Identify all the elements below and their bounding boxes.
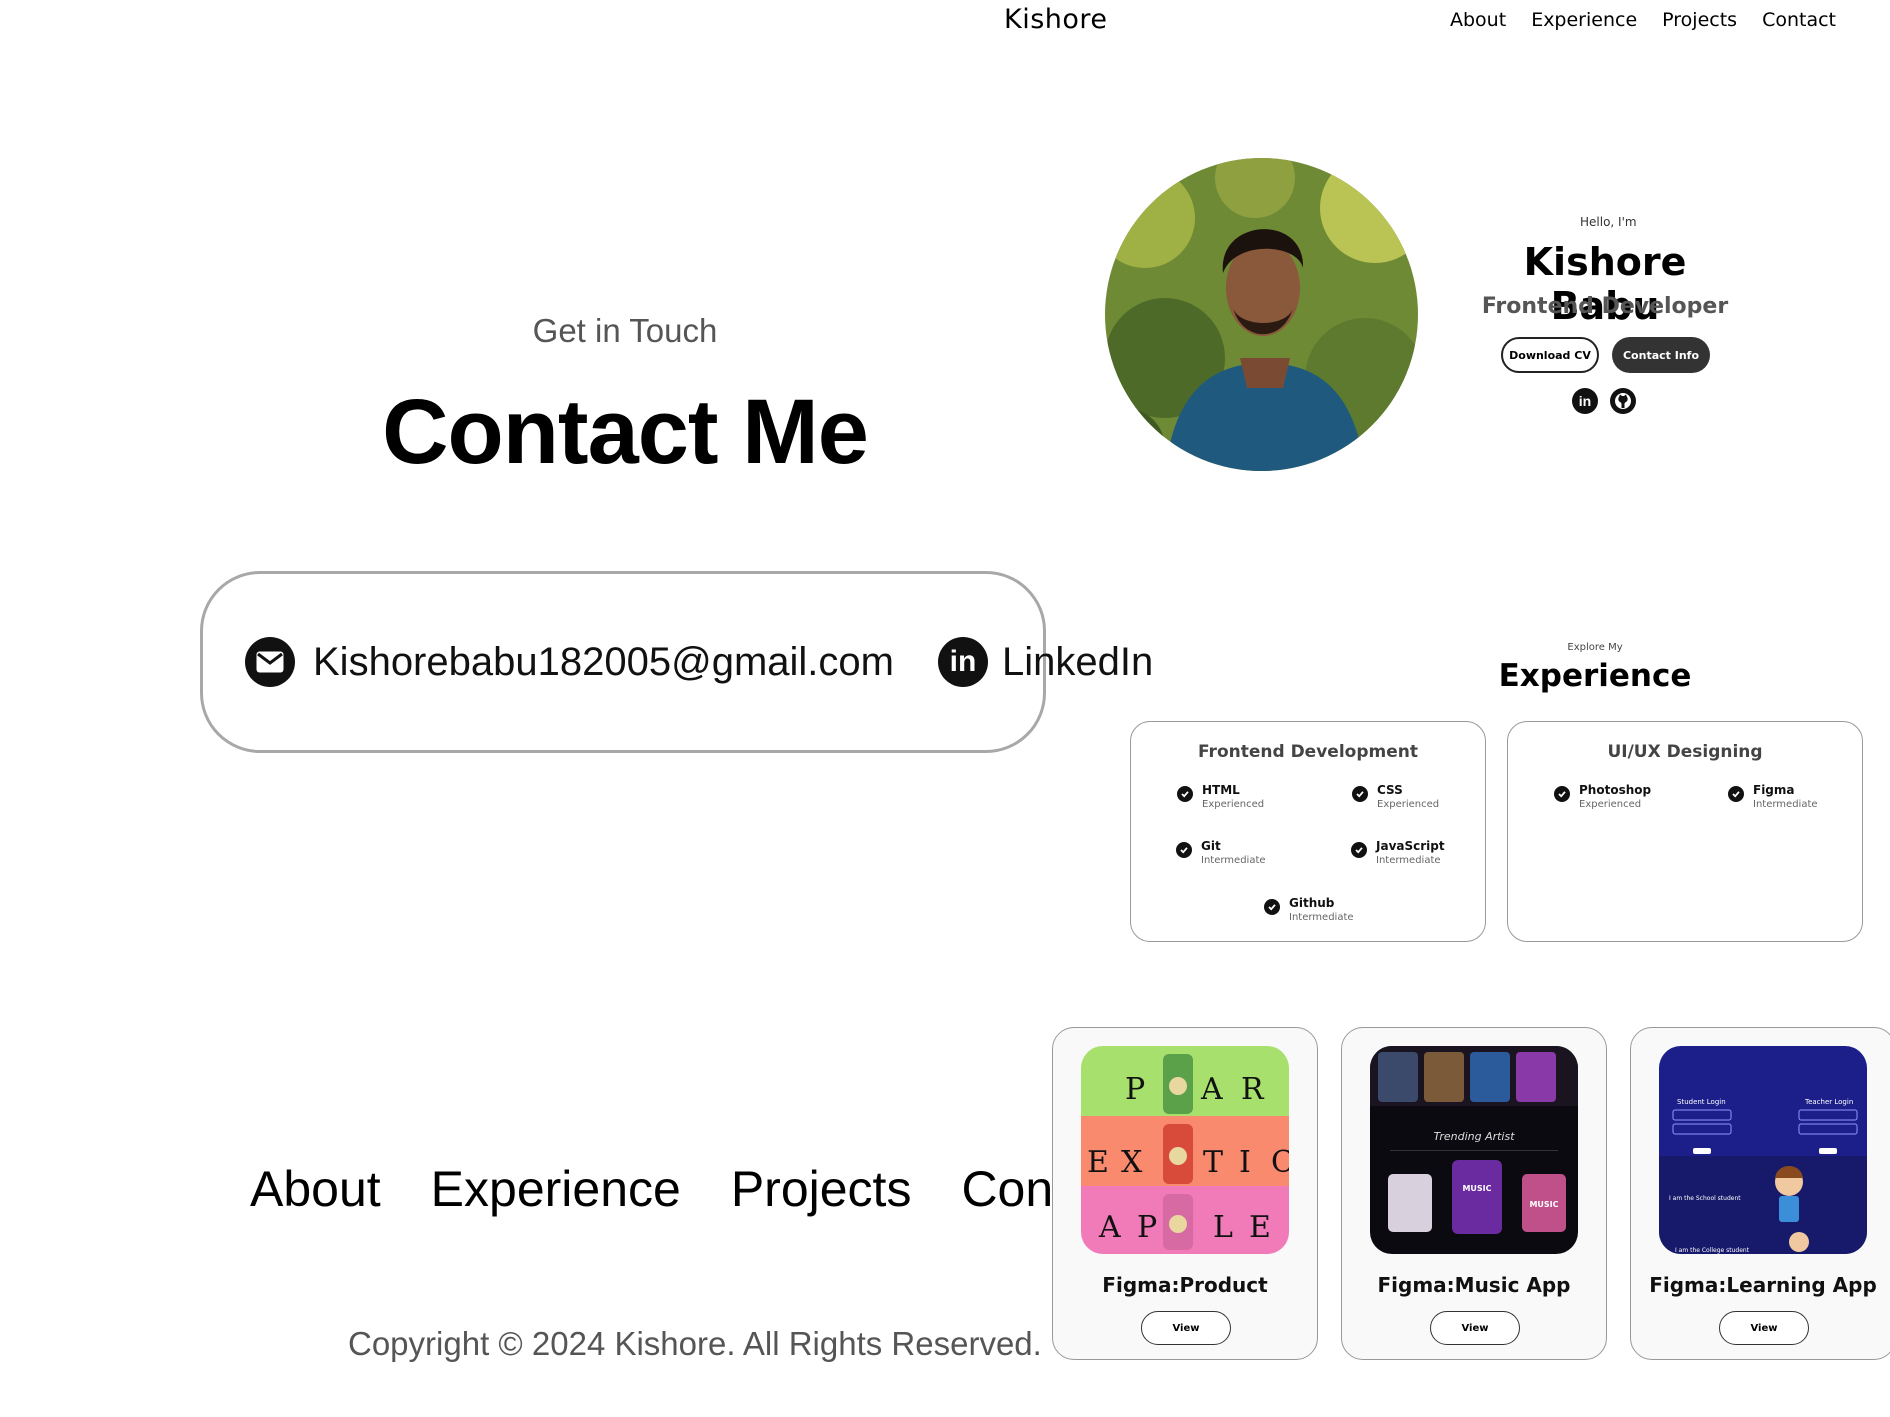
frontend-development-card: Frontend Development HTML Experienced CSS… xyxy=(1130,721,1486,942)
svg-text:A: A xyxy=(1098,1210,1121,1245)
svg-text:Trending Artist: Trending Artist xyxy=(1433,1130,1515,1143)
view-button[interactable]: View xyxy=(1141,1311,1231,1345)
project-card-music-app: Trending Artist MUSIC MUSIC Figma:Music … xyxy=(1341,1027,1607,1360)
footer-nav-about[interactable]: About xyxy=(250,1160,381,1218)
greeting: Hello, I'm xyxy=(1580,215,1637,229)
nav-experience[interactable]: Experience xyxy=(1531,9,1637,31)
top-nav: About Experience Projects Contact xyxy=(1450,9,1836,31)
svg-text:E: E xyxy=(1249,1210,1271,1245)
svg-text:Teacher Login: Teacher Login xyxy=(1804,1098,1853,1106)
linkedin-icon[interactable]: in xyxy=(1572,388,1598,414)
brand-logo[interactable]: Kishore xyxy=(1004,4,1108,35)
project-thumbnail[interactable]: Trending Artist MUSIC MUSIC xyxy=(1370,1046,1578,1254)
skill-github: Github Intermediate xyxy=(1264,896,1354,923)
ui-ux-designing-card: UI/UX Designing Photoshop Experienced Fig… xyxy=(1507,721,1863,942)
svg-text:R: R xyxy=(1241,1072,1265,1107)
svg-text:Student Login: Student Login xyxy=(1677,1098,1726,1106)
view-button[interactable]: View xyxy=(1430,1311,1520,1345)
check-icon xyxy=(1351,842,1367,858)
skill-html: HTML Experienced xyxy=(1177,783,1264,810)
svg-text:C: C xyxy=(1271,1145,1289,1180)
svg-text:X: X xyxy=(1121,1145,1143,1180)
skill-photoshop: Photoshop Experienced xyxy=(1554,783,1651,810)
svg-text:T: T xyxy=(1203,1145,1223,1180)
check-icon xyxy=(1176,842,1192,858)
project-card-product: P A R E X T I C A P L E Figma:Product Vi… xyxy=(1052,1027,1318,1360)
experience-subtitle: Explore My xyxy=(1567,642,1623,653)
contact-subtitle: Get in Touch xyxy=(532,312,718,349)
svg-text:I: I xyxy=(1239,1145,1251,1180)
card-title: Frontend Development xyxy=(1198,742,1418,762)
check-icon xyxy=(1352,786,1368,802)
project-thumbnail[interactable]: P A R E X T I C A P L E xyxy=(1081,1046,1289,1254)
nav-projects[interactable]: Projects xyxy=(1662,9,1737,31)
github-icon[interactable] xyxy=(1610,388,1636,414)
svg-text:I am the College student: I am the College student xyxy=(1675,1247,1750,1254)
svg-text:A: A xyxy=(1200,1072,1223,1107)
skill-javascript: JavaScript Intermediate xyxy=(1351,839,1445,866)
email-address[interactable]: Kishorebabu182005@gmail.com xyxy=(313,640,894,685)
svg-text:P: P xyxy=(1125,1072,1145,1107)
copyright: Copyright © 2024 Kishore. All Rights Res… xyxy=(348,1325,1042,1362)
profile-role: Frontend Developer xyxy=(1481,294,1729,319)
contact-title: Contact Me xyxy=(382,381,869,483)
check-icon xyxy=(1177,786,1193,802)
email-contact[interactable]: Kishorebabu182005@gmail.com xyxy=(245,637,894,687)
check-icon xyxy=(1728,786,1744,802)
svg-text:E: E xyxy=(1087,1145,1109,1180)
skill-css: CSS Experienced xyxy=(1352,783,1439,810)
view-button[interactable]: View xyxy=(1719,1311,1809,1345)
check-icon xyxy=(1264,899,1280,915)
footer-nav-experience[interactable]: Experience xyxy=(431,1160,681,1218)
mail-icon xyxy=(245,637,295,687)
contact-info-button[interactable]: Contact Info xyxy=(1612,337,1710,373)
svg-text:P: P xyxy=(1137,1210,1157,1245)
project-title: Figma:Music App xyxy=(1377,1273,1571,1297)
download-cv-button[interactable]: Download CV xyxy=(1501,337,1599,373)
footer-nav-projects[interactable]: Projects xyxy=(731,1160,912,1218)
contact-info-box: Kishorebabu182005@gmail.com in LinkedIn xyxy=(200,571,1153,753)
linkedin-contact[interactable]: in LinkedIn xyxy=(937,637,1153,687)
check-icon xyxy=(1554,786,1570,802)
svg-text:L: L xyxy=(1213,1210,1233,1245)
skill-git: Git Intermediate xyxy=(1176,839,1266,866)
project-card-learning-app: Student Login Teacher Login I am the Sch… xyxy=(1630,1027,1890,1360)
linkedin-label[interactable]: LinkedIn xyxy=(1002,640,1153,685)
project-thumbnail[interactable]: Student Login Teacher Login I am the Sch… xyxy=(1659,1046,1867,1254)
experience-title: Experience xyxy=(1498,658,1692,694)
linkedin-icon: in xyxy=(937,637,988,687)
project-title: Figma:Learning App xyxy=(1649,1273,1877,1297)
profile-photo xyxy=(1105,158,1418,471)
card-title: UI/UX Designing xyxy=(1607,742,1763,762)
nav-contact[interactable]: Contact xyxy=(1762,9,1836,31)
svg-text:MUSIC: MUSIC xyxy=(1462,1184,1491,1193)
project-title: Figma:Product xyxy=(1102,1273,1268,1297)
footer-nav: About Experience Projects Contact xyxy=(250,1160,1134,1218)
skill-figma: Figma Intermediate xyxy=(1728,783,1818,810)
svg-text:I am the School student: I am the School student xyxy=(1669,1195,1741,1202)
svg-text:MUSIC: MUSIC xyxy=(1529,1200,1558,1209)
nav-about[interactable]: About xyxy=(1450,9,1506,31)
